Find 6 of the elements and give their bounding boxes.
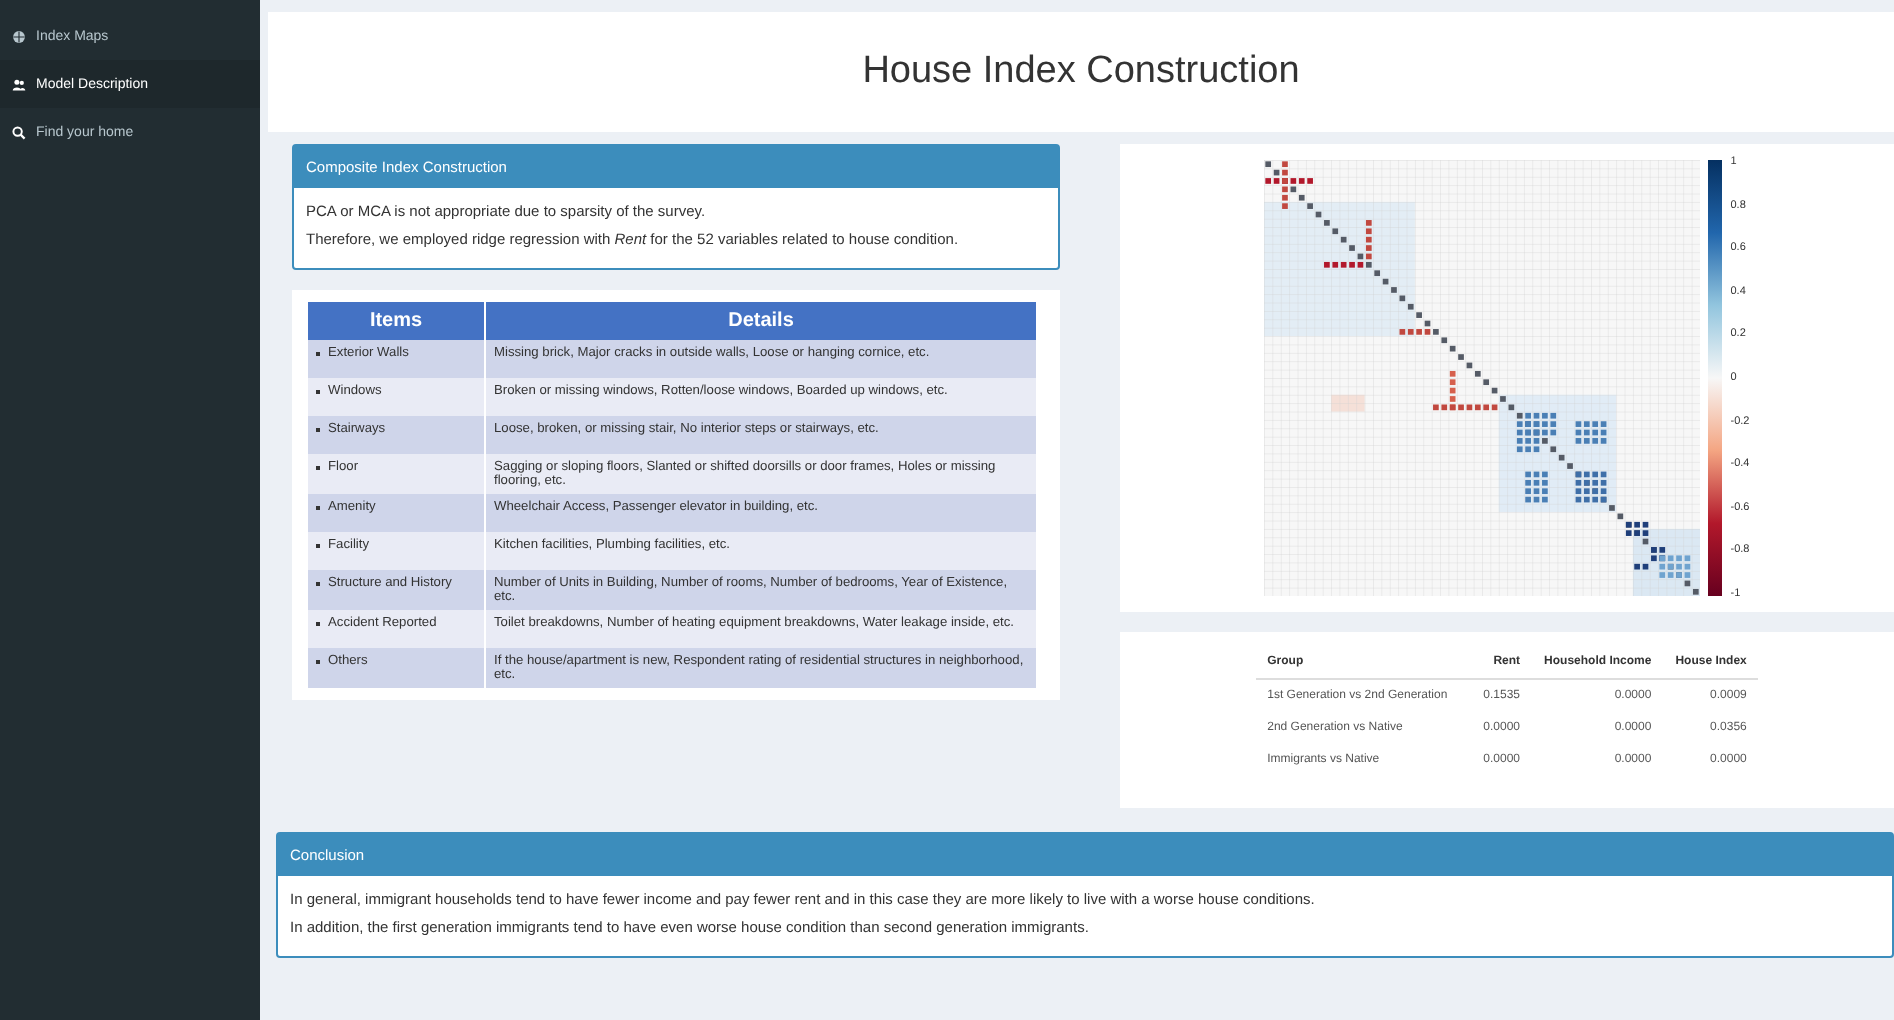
search-icon <box>12 125 26 139</box>
page-title: House Index Construction <box>862 50 1300 94</box>
column-header: Items <box>308 302 485 340</box>
globe-icon <box>12 29 26 43</box>
column-header: Details <box>485 302 1037 340</box>
users-icon <box>12 77 26 91</box>
